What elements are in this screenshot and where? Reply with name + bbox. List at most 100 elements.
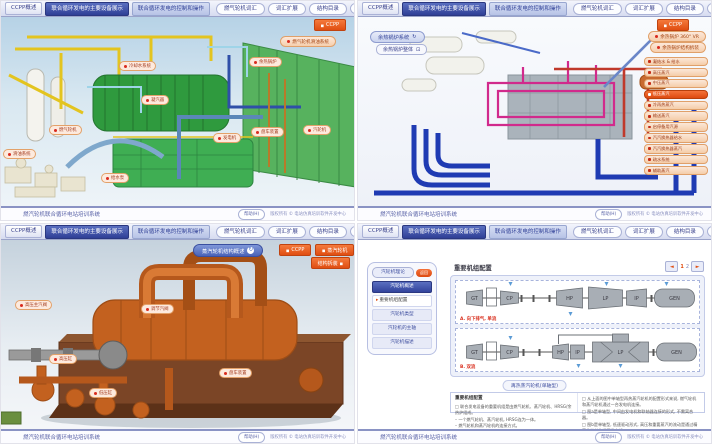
hotspot-steam-turbine[interactable]: 汽轮机: [303, 125, 331, 135]
steam-item-label: 低压蒸汽: [653, 91, 670, 97]
hrsg-whole-button[interactable]: 余热锅炉整体 ⊡: [376, 44, 427, 55]
structure-catalog-button[interactable]: 结构目录: [309, 3, 347, 15]
font-size-button[interactable]: AA: [707, 3, 712, 14]
hotspot-dot-icon: [54, 129, 57, 132]
vocabulary-button[interactable]: 燃气轮机词汇: [573, 226, 622, 238]
steam-item-drain[interactable]: 疏水系统: [644, 155, 708, 164]
sidebar-item-overview[interactable]: 汽轮机概述: [372, 281, 432, 293]
help-button[interactable]: 帮助(H): [595, 209, 622, 220]
tab-main-equipment[interactable]: 联合循环发电的主要设备展示: [402, 2, 486, 16]
steam-item-ip[interactable]: 中压蒸汽: [644, 79, 708, 88]
font-size-button[interactable]: AA: [350, 226, 355, 237]
tab-main-equipment[interactable]: 联合循环发电的主要设备展示: [402, 225, 486, 239]
steam-item-condensate[interactable]: 凝结水 & 给水: [644, 57, 708, 66]
structure-disassembly-button[interactable]: 结构拆装 ◼: [311, 257, 350, 269]
component-label-gen: GEN: [671, 350, 682, 356]
panel-icon: ⊡: [416, 47, 420, 53]
steam-item-hx-steam[interactable]: 汽汽换热器蒸汽: [644, 144, 708, 153]
hotspot-hrsg[interactable]: 余热锅炉: [249, 57, 282, 67]
sidebar-item-description[interactable]: 汽轮机描述: [372, 337, 432, 349]
steam-item-transport[interactable]: 输送蒸汽: [644, 111, 708, 120]
sidebar-item-config-current[interactable]: ▸重要机组配置: [372, 295, 432, 307]
turbine-3d-scene: 蒸汽轮机结构概述 ↻ ◼ CCPP ◼ 蒸汽轮机 结构拆装 ◼ 高压主汽阀 调节…: [1, 240, 354, 429]
ccpp-overview-button[interactable]: CCPP概述: [5, 2, 42, 15]
next-page-button[interactable]: ►: [691, 261, 704, 272]
sidebar-back-button[interactable]: 返回: [416, 269, 432, 277]
tab-main-equipment[interactable]: 联合循环发电的主要设备展示: [45, 225, 129, 239]
vocabulary-button[interactable]: 燃气轮机词汇: [216, 226, 265, 238]
sidebar-item-types[interactable]: 汽轮机类型: [372, 309, 432, 321]
hotspot-hp-cylinder[interactable]: 高压缸: [49, 354, 77, 364]
steam-item-label: 辅助蒸汽: [653, 168, 670, 174]
help-button[interactable]: 帮助(H): [595, 432, 622, 443]
tab-control-operation[interactable]: 联合循环发电的控制和操作: [489, 2, 567, 16]
tab-control-operation[interactable]: 联合循环发电的控制和操作: [489, 225, 567, 239]
figure-b-caption: B. 双流: [460, 364, 475, 370]
vocabulary-button[interactable]: 燃气轮机词汇: [573, 3, 622, 15]
hotspot-generator[interactable]: 发电机: [213, 133, 241, 143]
steam-item-standby[interactable]: 启停备用汽源: [644, 122, 708, 131]
ccpp-icon: ◼: [286, 248, 289, 253]
hotspot-main-stop-valve[interactable]: 高压主汽阀: [15, 300, 52, 310]
tab-control-operation[interactable]: 联合循环发电的控制和操作: [132, 2, 210, 16]
steam-item-hp[interactable]: 高压蒸汽: [644, 68, 708, 77]
app-title: 燃汽轮机联合循环电站培训系统: [23, 210, 100, 218]
hotspot-condenser[interactable]: 凝汽器: [141, 95, 169, 105]
ccpp-back-button[interactable]: ◼ CCPP: [279, 244, 311, 256]
vocab-expand-button[interactable]: 词汇扩展: [268, 3, 306, 15]
steam-item-hx-feedwater[interactable]: 汽汽换热器给水: [644, 133, 708, 142]
ccpp-icon: ◼: [321, 23, 324, 28]
ccpp-back-label: CCPP: [291, 247, 304, 253]
hrsg-system-panel-button[interactable]: 余热锅炉系统 ↻: [370, 31, 425, 43]
turbine-structure-panel-button[interactable]: 蒸汽轮机结构概述 ↻: [193, 244, 263, 257]
font-size-button[interactable]: AA: [350, 3, 355, 14]
app-title: 燃汽轮机联合循环电站培训系统: [380, 433, 457, 441]
hotspot-lp-cylinder[interactable]: 低压缸: [89, 388, 117, 398]
lube-oil-system-button[interactable]: 燃气轮机滑油系统: [280, 36, 336, 47]
page-number-2[interactable]: 2: [686, 264, 689, 270]
hotspot-turning-gear[interactable]: 盘车装置: [219, 368, 252, 378]
ccpp-overview-button[interactable]: CCPP概述: [5, 225, 42, 238]
steam-item-cold-reheat[interactable]: 冷再热蒸汽: [644, 101, 708, 110]
structure-catalog-button[interactable]: 结构目录: [666, 3, 704, 15]
hotspot-control-valve[interactable]: 调节汽阀: [141, 304, 174, 314]
font-size-button[interactable]: AA: [707, 226, 712, 237]
bullet-dot-icon: [655, 35, 658, 38]
top-toolbar: CCPP概述 联合循环发电的主要设备展示 联合循环发电的控制和操作 燃气轮机词汇…: [1, 1, 354, 17]
disassembly-button[interactable]: 余热锅炉结构拆装: [650, 42, 706, 53]
notes-header: 重要机组配置: [455, 396, 573, 403]
vocabulary-button[interactable]: 燃气轮机词汇: [216, 3, 265, 15]
hotspot-turning-gear[interactable]: 盘车装置: [251, 127, 284, 137]
tab-main-equipment[interactable]: 联合循环发电的主要设备展示: [45, 2, 129, 16]
hotspot-label: 盘车装置: [229, 370, 247, 376]
hotspot-cooling-water[interactable]: 冷却水系统: [119, 61, 156, 71]
prev-page-button[interactable]: ◄: [665, 261, 678, 272]
vocab-expand-button[interactable]: 词汇扩展: [625, 3, 663, 15]
ccpp-back-button[interactable]: ◼ CCPP: [657, 19, 689, 31]
hotspot-gas-turbine[interactable]: 燃气轮机: [49, 125, 82, 135]
steam-item-auxiliary[interactable]: 辅助蒸汽: [644, 166, 708, 175]
help-button[interactable]: 帮助(H): [238, 209, 265, 220]
quadrant-equipment-overview: CCPP概述 联合循环发电的主要设备展示 联合循环发电的控制和操作 燃气轮机词汇…: [0, 0, 355, 221]
steam-turbine-button[interactable]: ◼ 蒸汽轮机: [315, 244, 354, 256]
ccpp-overview-button[interactable]: CCPP概述: [362, 2, 399, 15]
vr-360-button[interactable]: 余热锅炉 360° VR: [648, 31, 706, 42]
hotspot-lube-oil[interactable]: 滑油系统: [3, 149, 36, 159]
ccpp-overview-button[interactable]: CCPP概述: [362, 225, 399, 238]
top-toolbar: CCPP概述 联合循环发电的主要设备展示 联合循环发电的控制和操作 燃气轮机词汇…: [358, 224, 711, 240]
page-number-current[interactable]: 1: [680, 264, 683, 270]
steam-item-label: 疏水系统: [653, 157, 670, 163]
tab-control-operation[interactable]: 联合循环发电的控制和操作: [132, 225, 210, 239]
structure-catalog-button[interactable]: 结构目录: [666, 226, 704, 238]
turbine-structure-label: 蒸汽轮机结构概述: [202, 247, 244, 255]
hotspot-feed-pump[interactable]: 给水泵: [101, 173, 129, 183]
sidebar-item-shaft[interactable]: 汽轮机的主轴: [372, 323, 432, 335]
structure-catalog-button[interactable]: 结构目录: [309, 226, 347, 238]
vocab-expand-button[interactable]: 词汇扩展: [268, 226, 306, 238]
ccpp-back-button[interactable]: ◼ CCPP: [314, 19, 346, 31]
steam-item-lp-selected[interactable]: 低压蒸汽: [644, 90, 708, 99]
help-button[interactable]: 帮助(H): [238, 432, 265, 443]
sidebar-item-label: 重要机组配置: [379, 298, 407, 303]
copyright-text: 版权所有 © 电站仿真培训软件开发中心: [270, 434, 346, 440]
vocab-expand-button[interactable]: 词汇扩展: [625, 226, 663, 238]
